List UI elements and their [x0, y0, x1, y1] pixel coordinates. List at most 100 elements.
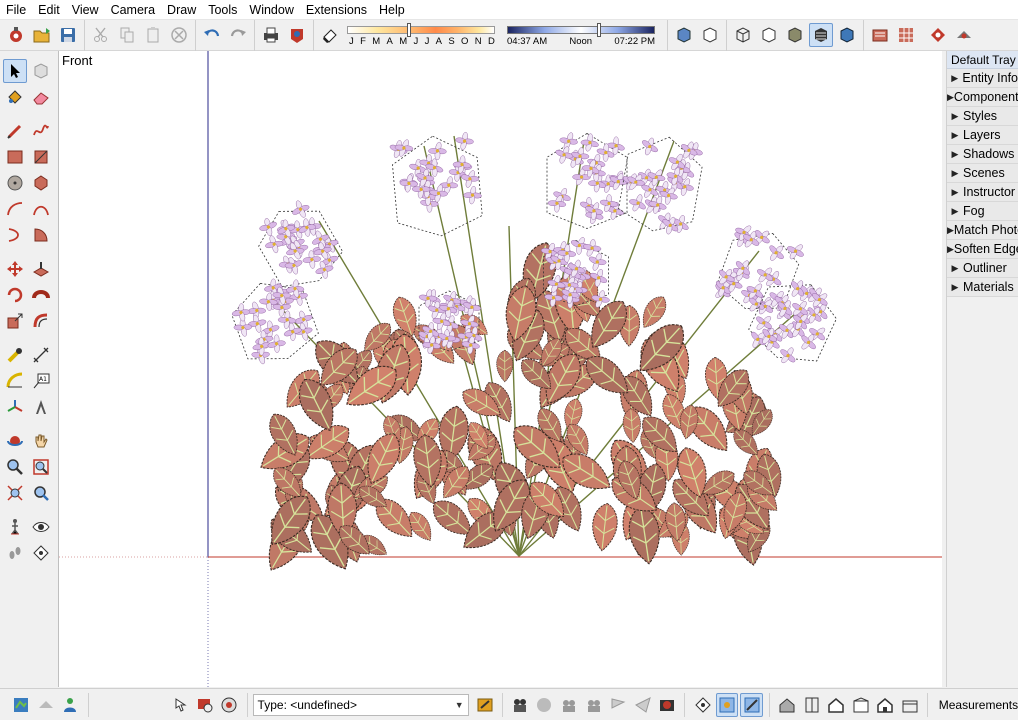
month-slider-knob[interactable] [407, 23, 411, 37]
copy-button[interactable] [115, 23, 139, 47]
section-plane-status-button[interactable] [691, 693, 714, 717]
menu-extensions[interactable]: Extensions [300, 0, 373, 20]
hidden-line-style-button[interactable] [757, 23, 781, 47]
menu-file[interactable]: File [0, 0, 32, 20]
shaded-textures-style-button[interactable] [809, 23, 833, 47]
date-slider[interactable]: J F M A M J J A S O N D [347, 21, 499, 49]
menu-draw[interactable]: Draw [161, 0, 202, 20]
display-section-cuts-button[interactable] [740, 692, 763, 717]
save-button[interactable] [56, 23, 80, 47]
3d-text-tool-button[interactable] [29, 395, 53, 419]
monochrome-style-button[interactable] [835, 23, 859, 47]
front-view-button[interactable] [825, 693, 848, 717]
type-selector[interactable]: Type: <undefined> ▼ [252, 693, 470, 716]
text-tool-button[interactable]: A1 [29, 369, 53, 393]
month-slider-track[interactable] [347, 26, 495, 34]
model-info-status-button[interactable] [194, 693, 217, 717]
back-view-button[interactable] [874, 693, 897, 717]
modeling-viewport[interactable]: Front [58, 51, 942, 687]
menu-edit[interactable]: Edit [32, 0, 66, 20]
tray-panel-styles[interactable]: ▶ Styles [947, 107, 1018, 126]
extension-warehouse-button[interactable] [926, 23, 950, 47]
tray-panel-layers[interactable]: ▶ Layers [947, 126, 1018, 145]
section-plane-tool-button[interactable] [29, 541, 53, 565]
back-edges-button[interactable] [698, 23, 722, 47]
tray-panel-shadows[interactable]: ▶ Shadows [947, 145, 1018, 164]
iso-view-button[interactable] [776, 693, 799, 717]
shadow-toggle-button[interactable] [318, 23, 342, 47]
record-button[interactable] [533, 693, 556, 717]
pie-tool-button[interactable] [29, 223, 53, 247]
instructor-toggle-button[interactable] [169, 693, 192, 717]
offset-tool-button[interactable] [29, 309, 53, 333]
menu-view[interactable]: View [66, 0, 105, 20]
extension-manager-button[interactable] [952, 23, 976, 47]
dimension-tool-button[interactable] [29, 343, 53, 367]
geo-location-button[interactable] [10, 693, 33, 717]
stop-animation-button[interactable] [582, 693, 605, 717]
cut-button[interactable] [89, 23, 113, 47]
plant-component[interactable] [222, 130, 846, 577]
axes-tool-button[interactable] [3, 395, 27, 419]
display-section-planes-button[interactable] [715, 692, 739, 717]
print-button[interactable] [259, 23, 283, 47]
scene-canvas[interactable] [59, 51, 942, 687]
tray-panel-components[interactable]: ▶ Components [947, 88, 1018, 107]
time-slider[interactable]: 04:37 AM Noon 07:22 PM [507, 21, 657, 49]
paper-plane-button[interactable] [631, 693, 654, 717]
tray-title[interactable]: Default Tray [947, 51, 1018, 69]
shaded-style-button[interactable] [783, 23, 807, 47]
materials-button[interactable] [894, 23, 918, 47]
tape-measure-tool-button[interactable] [3, 343, 27, 367]
render-status-button[interactable] [218, 693, 241, 717]
push-pull-tool-button[interactable] [29, 257, 53, 281]
model-info-button[interactable] [285, 23, 309, 47]
erase-button[interactable] [167, 23, 191, 47]
cancel-record-button[interactable] [656, 693, 679, 717]
menu-tools[interactable]: Tools [202, 0, 243, 20]
animation-camera-button[interactable] [509, 693, 532, 717]
freehand-tool-button[interactable] [29, 119, 53, 143]
tray-panel-scenes[interactable]: ▶ Scenes [947, 164, 1018, 183]
left-view-button[interactable] [898, 693, 921, 717]
two-point-arc-tool-button[interactable] [29, 197, 53, 221]
redo-button[interactable] [226, 23, 250, 47]
play-animation-button[interactable] [558, 693, 581, 717]
wireframe-style-button[interactable] [731, 23, 755, 47]
walk-tool-button[interactable] [3, 541, 27, 565]
tray-panel-match-photo[interactable]: ▶ Match Photo [947, 221, 1018, 240]
time-slider-track[interactable] [507, 26, 655, 34]
dynamic-components-button[interactable] [473, 693, 496, 717]
tray-panel-instructor[interactable]: ▶ Instructor [947, 183, 1018, 202]
zoom-extents-tool-button[interactable] [3, 481, 27, 505]
previous-view-tool-button[interactable] [29, 481, 53, 505]
right-view-button[interactable] [849, 693, 872, 717]
flag-button[interactable] [607, 693, 630, 717]
arc-tool-button[interactable] [3, 197, 27, 221]
polygon-tool-button[interactable] [29, 171, 53, 195]
tray-panel-entity-info[interactable]: ▶ Entity Info [947, 69, 1018, 88]
tray-panel-soften-edges[interactable]: ▶Soften Edges [947, 240, 1018, 259]
three-point-arc-tool-button[interactable] [3, 223, 27, 247]
line-tool-button[interactable] [3, 119, 27, 143]
orbit-tool-button[interactable] [3, 429, 27, 453]
undo-button[interactable] [200, 23, 224, 47]
tray-panel-materials[interactable]: ▶ Materials [947, 278, 1018, 297]
tray-panel-fog[interactable]: ▶ Fog [947, 202, 1018, 221]
menu-help[interactable]: Help [373, 0, 411, 20]
menu-camera[interactable]: Camera [105, 0, 161, 20]
position-camera-tool-button[interactable] [3, 515, 27, 539]
select-tool-button[interactable] [3, 59, 27, 83]
new-file-button[interactable] [4, 23, 28, 47]
tray-panel-outliner[interactable]: ▶ Outliner [947, 259, 1018, 278]
rotated-rectangle-tool-button[interactable] [29, 145, 53, 169]
pan-tool-button[interactable] [29, 429, 53, 453]
move-tool-button[interactable] [3, 257, 27, 281]
top-view-button[interactable] [800, 693, 823, 717]
open-file-button[interactable] [30, 23, 54, 47]
zoom-tool-button[interactable] [3, 455, 27, 479]
xray-button[interactable] [672, 23, 696, 47]
sign-in-button[interactable] [59, 693, 82, 717]
make-component-tool-button[interactable] [29, 59, 53, 83]
protractor-tool-button[interactable] [3, 369, 27, 393]
